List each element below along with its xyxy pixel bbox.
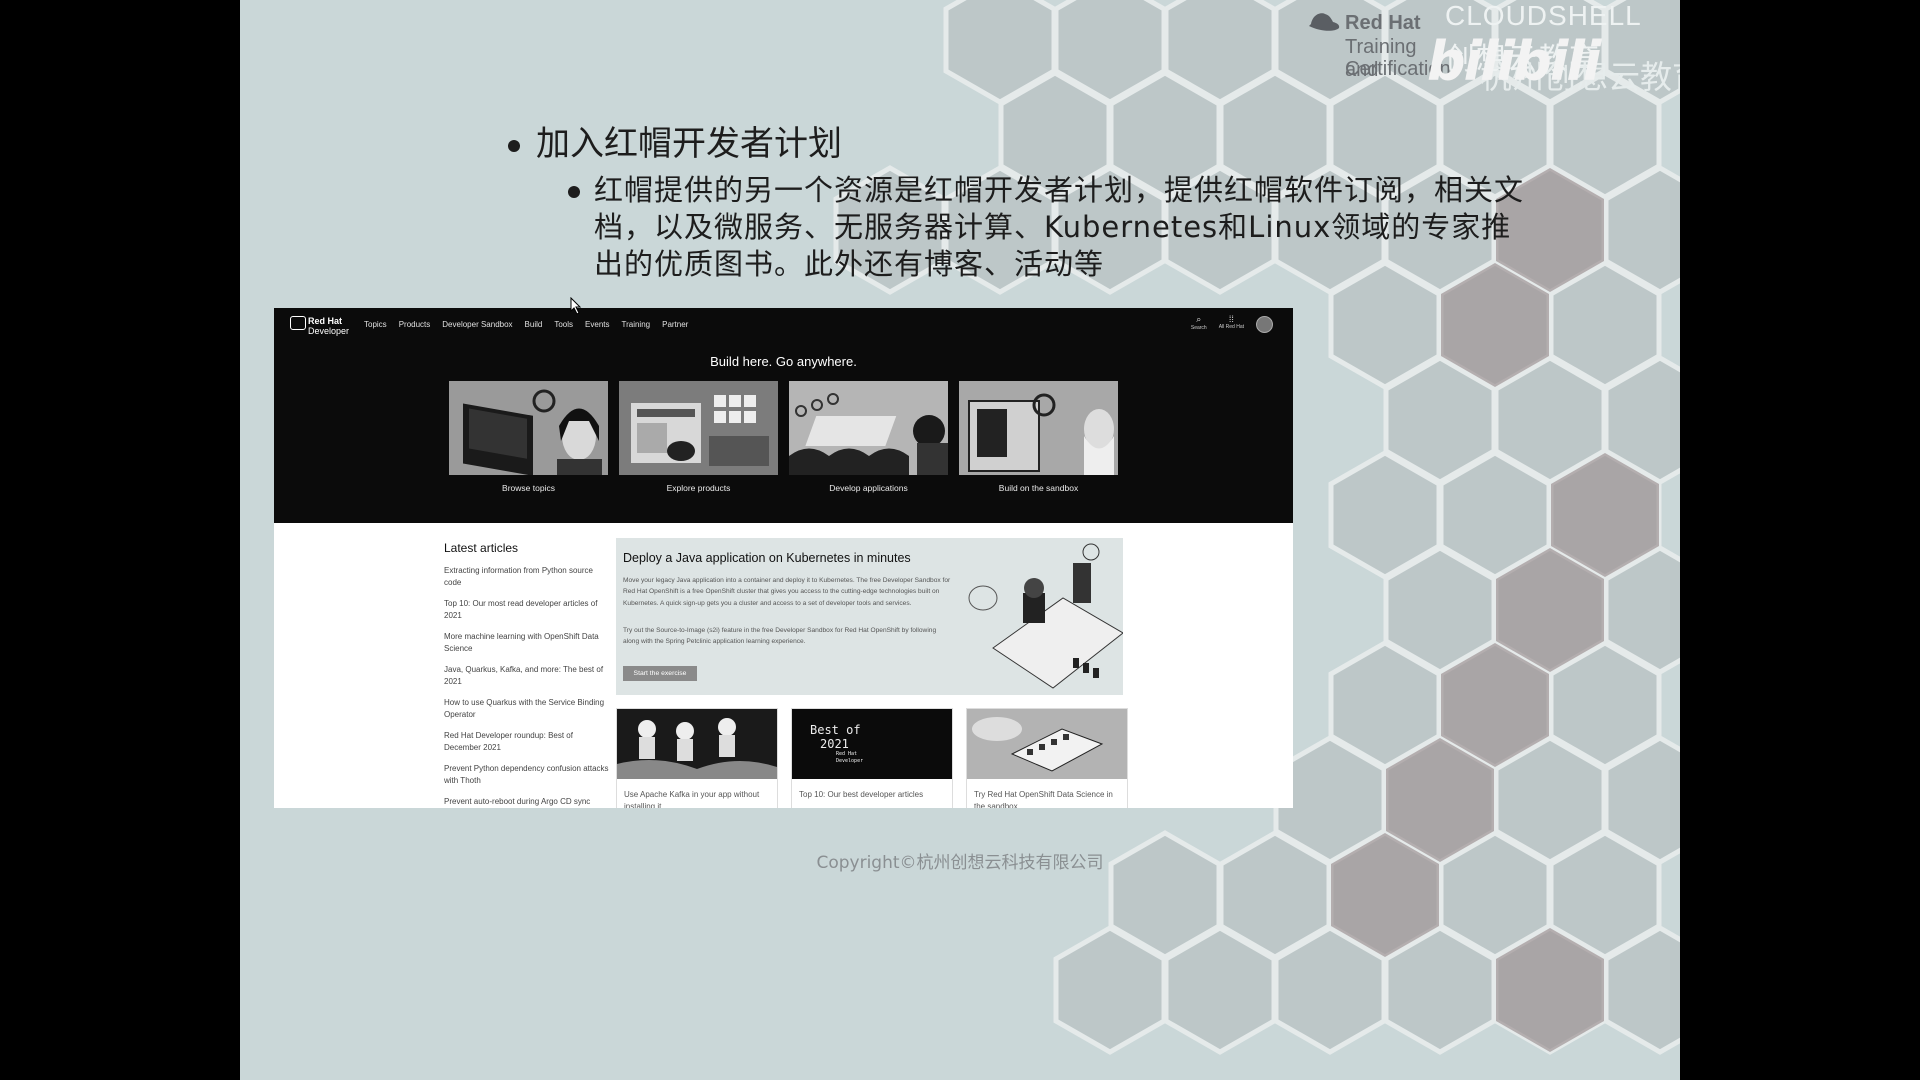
article-link[interactable]: Extracting information from Python sourc… (444, 565, 609, 589)
nav-training[interactable]: Training (622, 320, 651, 329)
site-logo-line1: Red Hat (308, 316, 343, 326)
featured-paragraph-1: Move your legacy Java application into a… (623, 577, 951, 607)
featured-paragraph-2: Try out the Source-to-Image (s2i) featur… (623, 627, 937, 646)
all-red-hat-button[interactable]: ⁞⁞ All Red Hat (1219, 314, 1244, 330)
best-of-line1: Best of (810, 723, 861, 737)
redhat-brand-text: Red Hat (1345, 12, 1421, 34)
tile-caption: Develop applications (829, 483, 908, 493)
article-link[interactable]: Prevent auto-reboot during Argo CD sync (444, 796, 609, 808)
featured-article: Deploy a Java application on Kubernetes … (616, 538, 1123, 695)
article-card[interactable]: Try Red Hat OpenShift Data Science in th… (966, 708, 1128, 808)
hero-tiles: Browse topics Explore products Develop a… (449, 381, 1118, 493)
nav-partner[interactable]: Partner (662, 320, 688, 329)
tile-caption: Build on the sandbox (998, 483, 1079, 493)
article-link[interactable]: Red Hat Developer roundup: Best of Decem… (444, 730, 609, 754)
search-button[interactable]: ⌕ Search (1191, 314, 1207, 331)
article-link[interactable]: More machine learning with OpenShift Dat… (444, 631, 609, 655)
tile-browse-topics[interactable]: Browse topics (449, 381, 608, 493)
site-header: Red Hat Developer Topics Products Develo… (274, 308, 1293, 523)
nav-events[interactable]: Events (585, 320, 609, 329)
cloudshell-logo: CLOUDSHELL 创想云教育 (1445, 0, 1642, 76)
bilibili-watermark: bilibili (1427, 30, 1601, 93)
redhat-hat-icon (1309, 13, 1340, 31)
bullet-dot-icon (568, 186, 580, 198)
featured-title[interactable]: Deploy a Java application on Kubernetes … (623, 551, 911, 565)
card-caption: Use Apache Kafka in your app without ins… (624, 790, 760, 808)
card-image (967, 709, 1127, 779)
latest-articles-title: Latest articles (444, 541, 519, 555)
tile-caption: Browse topics (502, 483, 555, 493)
best-of-line2: 2021 (820, 737, 849, 751)
tile-image (449, 381, 608, 475)
cloudshell-text: CLOUDSHELL (1445, 0, 1642, 31)
tile-build-on-sandbox[interactable]: Build on the sandbox (959, 381, 1118, 493)
header-utilities: ⌕ Search ⁞⁞ All Red Hat (1191, 314, 1273, 333)
website-screenshot: Red Hat Developer Topics Products Develo… (274, 308, 1293, 808)
tile-image (959, 381, 1118, 475)
start-exercise-button[interactable]: Start the exercise (623, 666, 697, 681)
site-content: Latest articles Extracting information f… (274, 523, 1293, 808)
tile-image (789, 381, 948, 475)
tile-caption: Explore products (666, 483, 731, 493)
hero-title: Build here. Go anywhere. (710, 354, 857, 369)
nav-tools[interactable]: Tools (554, 320, 573, 329)
nav-products[interactable]: Products (399, 320, 431, 329)
redhat-training-logo: Red Hat Training and Certification (1305, 6, 1451, 86)
card-image (617, 709, 777, 779)
sub-bullet: 红帽提供的另一个资源是红帽开发者计划，提供红帽软件订阅，相关文档，以及微服务、无… (568, 172, 1528, 283)
bullet-dot-icon (508, 139, 520, 152)
nav-developer-sandbox[interactable]: Developer Sandbox (442, 320, 512, 329)
best-of-brand: Red Hat Developer (836, 751, 864, 764)
grid-icon: ⁞⁞ (1228, 314, 1234, 324)
copyright: Copyright©杭州创想云科技有限公司 (816, 853, 1104, 873)
article-link[interactable]: Java, Quarkus, Kafka, and more: The best… (444, 664, 609, 688)
search-label: Search (1190, 325, 1207, 331)
all-red-hat-label: All Red Hat (1218, 324, 1244, 330)
avatar[interactable] (1256, 316, 1273, 333)
search-icon: ⌕ (1196, 314, 1202, 324)
site-nav: Topics Products Developer Sandbox Build … (364, 320, 688, 329)
featured-illustration (968, 543, 1123, 689)
site-logo-line2: Developer (308, 326, 350, 336)
bullet-heading: 加入红帽开发者计划 (508, 116, 842, 165)
tile-explore-products[interactable]: Explore products (619, 381, 778, 493)
article-card[interactable]: Best of 2021 Red Hat Developer Top 10: O… (791, 708, 953, 808)
article-card[interactable]: Use Apache Kafka in your app without ins… (616, 708, 778, 808)
card-caption: Top 10: Our best developer articles (799, 790, 924, 799)
tile-develop-applications[interactable]: Develop applications (789, 381, 948, 493)
card-caption: Try Red Hat OpenShift Data Science in th… (974, 790, 1113, 808)
tile-image (619, 381, 778, 475)
article-link[interactable]: How to use Quarkus with the Service Bind… (444, 697, 609, 721)
nav-build[interactable]: Build (525, 320, 543, 329)
sub-bullet-text: 红帽提供的另一个资源是红帽开发者计划，提供红帽软件订阅，相关文档，以及微服务、无… (594, 173, 1525, 281)
article-link[interactable]: Prevent Python dependency confusion atta… (444, 763, 609, 787)
article-cards: Use Apache Kafka in your app without ins… (616, 708, 1128, 808)
article-link[interactable]: Top 10: Our most read developer articles… (444, 598, 609, 622)
card-image: Best of 2021 Red Hat Developer (792, 709, 952, 779)
redhat-developer-icon (290, 316, 306, 330)
mouse-cursor-icon (570, 297, 582, 315)
latest-articles-list: Extracting information from Python sourc… (444, 565, 609, 808)
nav-topics[interactable]: Topics (364, 320, 387, 329)
bullet-heading-text: 加入红帽开发者计划 (536, 124, 842, 164)
